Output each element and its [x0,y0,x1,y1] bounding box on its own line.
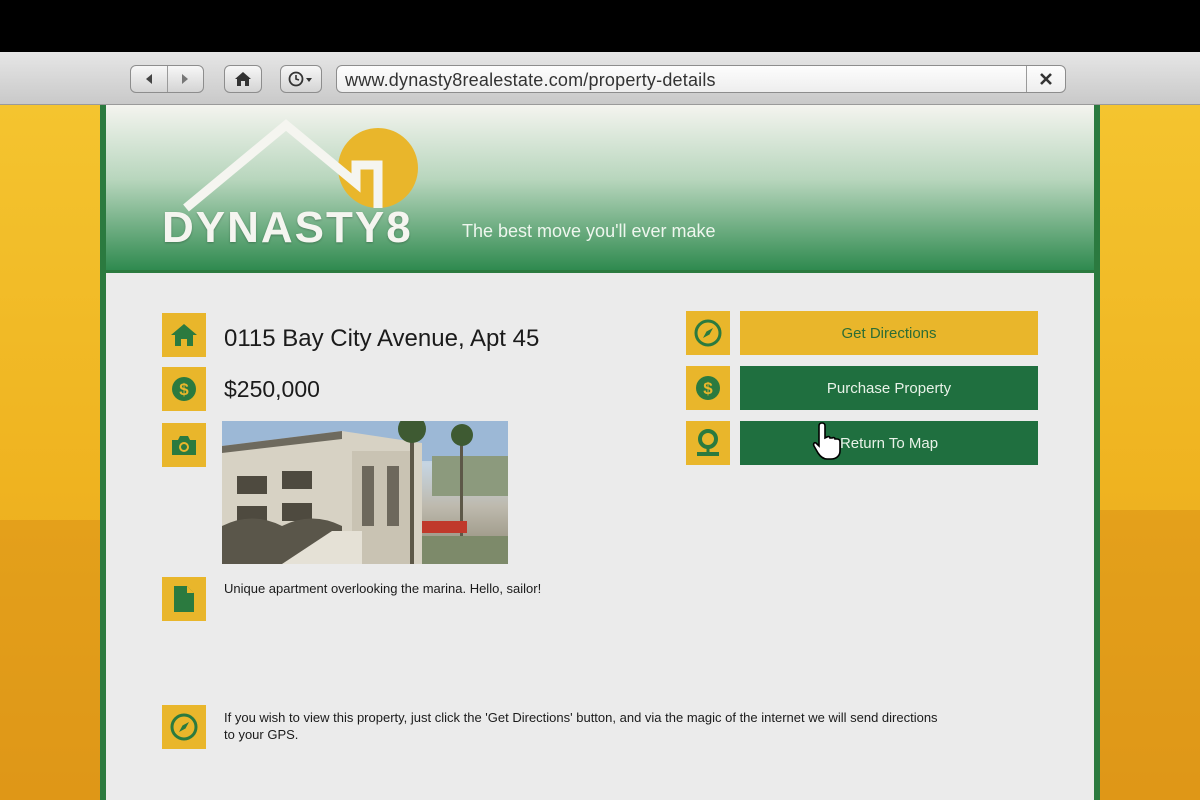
history-button[interactable] [280,65,322,93]
property-page: DYNASTY8 The best move you'll ever make … [100,105,1100,800]
dollar-icon: $ [696,376,720,400]
dollar-icon: $ [172,377,196,401]
return-to-map-button[interactable]: Return To Map [740,421,1038,465]
page-viewport: DYNASTY8 The best move you'll ever make … [0,105,1200,800]
description-icon-box [162,577,206,621]
camera-icon [172,436,196,455]
compass-icon [694,319,722,347]
property-price: $250,000 [224,376,320,402]
directions-icon-box [686,311,730,355]
top-black-bar [0,0,1200,52]
site-header: DYNASTY8 The best move you'll ever make [106,105,1094,273]
price-icon-box: $ [162,367,206,411]
property-photo[interactable] [222,421,508,564]
forward-button[interactable] [166,66,204,92]
history-icon [288,71,312,87]
site-tagline: The best move you'll ever make [462,221,716,241]
city-silhouette-right [1100,510,1200,800]
address-bar[interactable]: www.dynasty8realestate.com/property-deta… [336,65,1066,93]
property-address: 0115 Bay City Avenue, Apt 45 [224,325,540,352]
home-icon [235,72,251,86]
svg-text:$: $ [179,380,189,399]
purchase-icon-box: $ [686,366,730,410]
property-description: Unique apartment overlooking the marina.… [224,581,542,596]
address-icon-box [162,313,206,357]
dynasty8-logo-icon [183,119,418,212]
directions-info-text: If you wish to view this property, just … [224,710,938,742]
apartment-building-image [222,421,508,564]
back-button[interactable] [131,66,167,92]
map-pin-icon [697,429,719,456]
back-icon [145,74,152,84]
close-icon [1040,73,1052,85]
map-icon-box [686,421,730,465]
nav-buttons [130,65,204,93]
house-icon [171,324,197,346]
document-icon [174,586,194,612]
stop-button[interactable] [1026,66,1065,92]
browser-toolbar: www.dynasty8realestate.com/property-deta… [0,52,1200,105]
url-text: www.dynasty8realestate.com/property-deta… [345,70,716,90]
photo-icon-box [162,423,206,467]
forward-icon [182,74,189,84]
svg-text:$: $ [703,379,713,398]
purchase-property-button[interactable]: Purchase Property [740,366,1038,410]
hand-cursor-icon [812,422,841,460]
home-button[interactable] [224,65,262,93]
site-logo-text[interactable]: DYNASTY8 [162,203,413,253]
info-icon-box [162,705,206,749]
compass-icon [170,713,198,741]
get-directions-button[interactable]: Get Directions [740,311,1038,355]
city-silhouette-left [0,520,100,800]
